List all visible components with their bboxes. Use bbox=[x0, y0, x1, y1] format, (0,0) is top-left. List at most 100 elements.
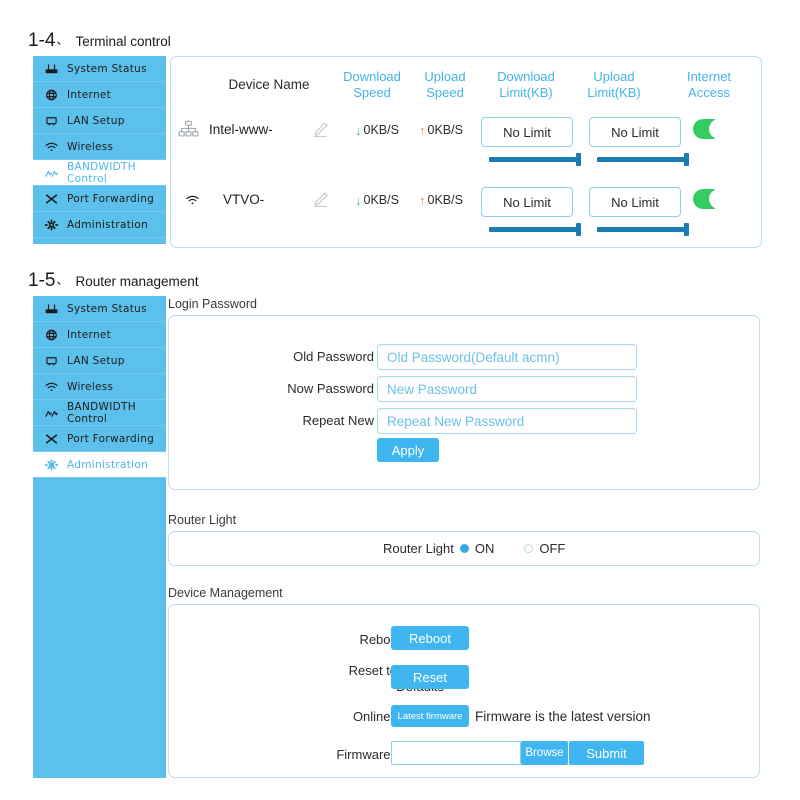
pencil-icon[interactable] bbox=[311, 190, 329, 208]
header-download-limit-line2: Limit(KB) bbox=[499, 85, 553, 100]
password-field-label: Old Password bbox=[293, 349, 374, 364]
device-name: Intel-www- bbox=[209, 122, 273, 137]
router-light-panel: Router Light ON OFF bbox=[168, 531, 760, 566]
download-limit-slider[interactable] bbox=[489, 222, 581, 236]
globe-icon bbox=[43, 328, 60, 342]
header-upload-speed: Upload Speed bbox=[409, 69, 481, 101]
section-title: Router management bbox=[75, 274, 199, 289]
gear-icon bbox=[43, 458, 60, 472]
section-separator: 、 bbox=[56, 273, 69, 287]
header-upload-speed-line1: Upload bbox=[424, 69, 466, 84]
sidebar-item-administration[interactable]: Administration bbox=[33, 212, 166, 238]
header-internet-access-line1: Internet bbox=[686, 69, 732, 84]
download-limit-slider[interactable] bbox=[489, 152, 581, 166]
sidebar-item-internet[interactable]: Internet bbox=[33, 322, 166, 348]
header-download-limit: Download Limit(KB) bbox=[476, 69, 576, 101]
radio-on-label[interactable]: ON bbox=[475, 541, 495, 556]
sidebar-item-bandwidth-control[interactable]: BANDWIDTH Control bbox=[33, 160, 166, 186]
latest-firmware-button[interactable]: Latest firmware bbox=[391, 705, 469, 727]
browse-button[interactable]: Browse bbox=[521, 741, 568, 765]
header-upload-limit-line2: Limit(KB) bbox=[587, 85, 641, 100]
sidebar-item-label: System Status bbox=[67, 62, 147, 75]
sidebar-item-label: LAN Setup bbox=[67, 114, 125, 127]
sidebar-item-port-forwarding[interactable]: Port Forwarding bbox=[33, 186, 166, 212]
sidebar-item-bandwidth-control[interactable]: BANDWIDTH Control bbox=[33, 400, 166, 426]
sidebar-item-system-status[interactable]: System Status bbox=[33, 56, 166, 82]
lan-port-icon bbox=[43, 114, 60, 128]
header-internet-access: Internet Access bbox=[664, 69, 754, 101]
sidebar-item-label: System Status bbox=[67, 302, 147, 315]
device-management-heading: Device Management bbox=[168, 586, 283, 600]
scissors-icon bbox=[43, 432, 60, 446]
submit-button[interactable]: Submit bbox=[569, 741, 644, 765]
internet-access-toggle[interactable] bbox=[693, 119, 729, 139]
reset-button[interactable]: Reset bbox=[391, 665, 469, 689]
download-speed-value: ↓ 0KB/S bbox=[355, 123, 399, 137]
password-field-input[interactable]: Repeat New Password bbox=[377, 408, 637, 434]
header-upload-limit: Upload Limit(KB) bbox=[568, 69, 660, 101]
apply-button[interactable]: Apply bbox=[377, 438, 439, 462]
header-upload-speed-line2: Speed bbox=[426, 85, 464, 100]
sidebar-item-label: Wireless bbox=[67, 380, 114, 393]
sidebar-router: System Status Internet LAN Setup Wireless BA… bbox=[33, 296, 166, 484]
router-light-heading: Router Light bbox=[168, 513, 237, 527]
chart-icon bbox=[43, 406, 60, 420]
radio-on[interactable] bbox=[459, 544, 469, 553]
password-field-input[interactable]: Old Password(Default acmn) bbox=[377, 344, 637, 370]
section-separator: 、 bbox=[56, 33, 69, 47]
password-field-label: Repeat New bbox=[302, 413, 374, 428]
sidebar-item-label: Internet bbox=[67, 88, 112, 101]
radio-off-label[interactable]: OFF bbox=[539, 541, 565, 556]
upload-limit-slider[interactable] bbox=[597, 222, 689, 236]
router-icon bbox=[43, 62, 60, 76]
ethernet-tree-icon bbox=[177, 119, 199, 141]
header-download-speed: Download Speed bbox=[331, 69, 413, 101]
header-upload-limit-line1: Upload bbox=[593, 69, 635, 84]
section-number: 1-5 bbox=[28, 270, 56, 291]
download-arrow-icon: ↓ bbox=[355, 122, 362, 138]
upload-speed-text: 0KB/S bbox=[427, 123, 463, 137]
password-field-input[interactable]: New Password bbox=[377, 376, 637, 402]
firmware-file-input[interactable] bbox=[391, 741, 521, 765]
reboot-button[interactable]: Reboot bbox=[391, 626, 469, 650]
terminal-control-panel: Device Name Download Speed Upload Speed … bbox=[170, 56, 762, 248]
upload-speed-value: ↑ 0KB/S bbox=[419, 123, 463, 137]
page-root: 1-4、 Terminal control System Status Intern… bbox=[0, 0, 800, 800]
sidebar-item-port-forwarding[interactable]: Port Forwarding bbox=[33, 426, 166, 452]
sidebar-item-system-status[interactable]: System Status bbox=[33, 296, 166, 322]
section-number: 1-4 bbox=[28, 30, 56, 51]
sidebar-item-lan-setup[interactable]: LAN Setup bbox=[33, 348, 166, 374]
section-caption-terminal: 1-4、 Terminal control bbox=[28, 30, 171, 52]
terminal-table-header: Device Name Download Speed Upload Speed … bbox=[171, 65, 761, 111]
sidebar-terminal: System Status Internet LAN Setup Wireless BA… bbox=[33, 56, 166, 244]
sidebar-item-label: Internet bbox=[67, 328, 112, 341]
sidebar-item-label: Port Forwarding bbox=[67, 192, 155, 205]
upload-limit-input[interactable]: No Limit bbox=[589, 117, 681, 147]
header-device-name: Device Name bbox=[228, 77, 310, 92]
sidebar-item-internet[interactable]: Internet bbox=[33, 82, 166, 108]
device-management-panel: Reboot Router Reboot Reset to Factory De… bbox=[168, 604, 760, 778]
sidebar-item-wireless[interactable]: Wireless bbox=[33, 374, 166, 400]
pencil-icon[interactable] bbox=[311, 120, 329, 138]
device-name: VTVO- bbox=[223, 192, 265, 207]
router-light-control: Router Light ON OFF bbox=[383, 541, 565, 556]
internet-access-toggle[interactable] bbox=[693, 189, 729, 209]
scissors-icon bbox=[43, 192, 60, 206]
wifi-icon bbox=[43, 380, 60, 394]
upload-limit-slider[interactable] bbox=[597, 152, 689, 166]
router-icon bbox=[43, 302, 60, 316]
sidebar-item-label: BANDWIDTH Control bbox=[67, 160, 136, 185]
firmware-status-text: Firmware is the latest version bbox=[475, 709, 651, 724]
upload-limit-input[interactable]: No Limit bbox=[589, 187, 681, 217]
sidebar-item-wireless[interactable]: Wireless bbox=[33, 134, 166, 160]
lan-port-icon bbox=[43, 354, 60, 368]
download-limit-input[interactable]: No Limit bbox=[481, 117, 573, 147]
sidebar-item-administration[interactable]: Administration bbox=[33, 452, 166, 478]
download-limit-input[interactable]: No Limit bbox=[481, 187, 573, 217]
sidebar-item-label: Administration bbox=[67, 458, 149, 471]
table-row: Intel-www- ↓ 0KB/S ↑ 0KB/S No Limit No Limit bbox=[171, 113, 761, 181]
sidebar-item-lan-setup[interactable]: LAN Setup bbox=[33, 108, 166, 134]
sidebar-item-label: BANDWIDTH Control bbox=[67, 400, 136, 425]
upload-speed-value: ↑ 0KB/S bbox=[419, 193, 463, 207]
radio-off[interactable] bbox=[524, 544, 534, 553]
